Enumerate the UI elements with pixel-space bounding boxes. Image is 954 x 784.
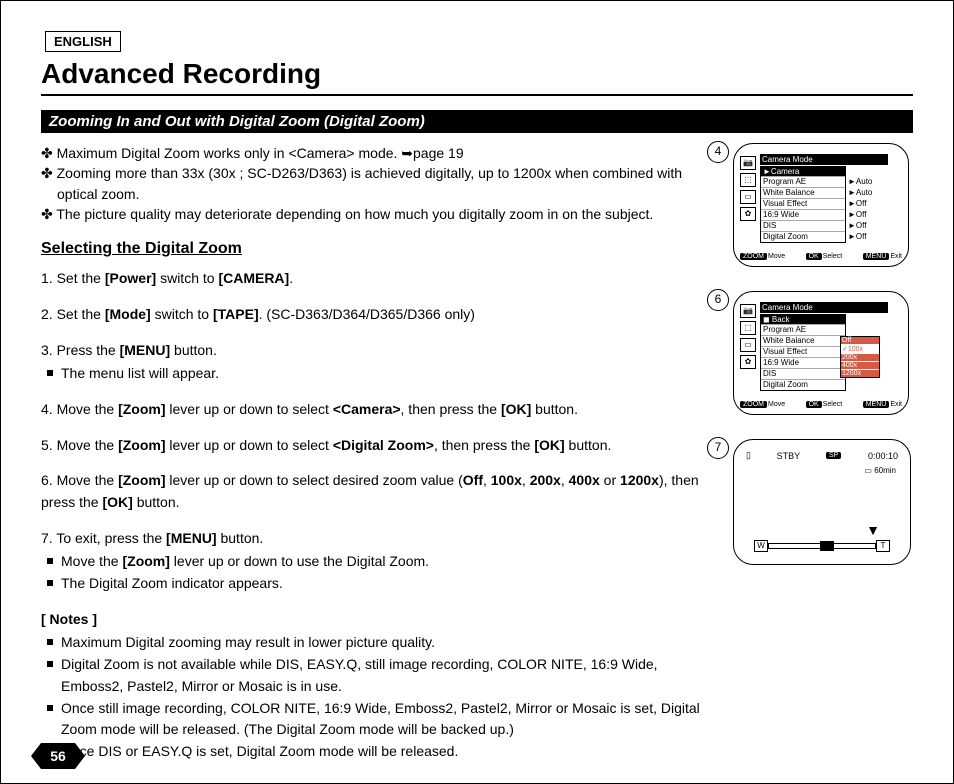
step-6: 6. Move the [Zoom] lever up or down to s… <box>41 470 717 513</box>
menu-row: 16:9 Wide <box>761 357 845 368</box>
manual-page: ENGLISH Advanced Recording Zooming In an… <box>0 0 954 784</box>
figure-6: 6 📷 ⬚ ▭ ✿ Camera Mode ◼ Back Program AE … <box>733 291 913 415</box>
tape-icon: ⬚ <box>740 321 756 335</box>
opt-row: 1200x <box>841 369 879 377</box>
gear-icon: ✿ <box>740 207 756 221</box>
memory-icon: ▭ <box>740 190 756 204</box>
lcd-screen: 📷 ⬚ ▭ ✿ Camera Mode ◼ Back Program AE Wh… <box>733 291 909 415</box>
note-item: Once DIS or EASY.Q is set, Digital Zoom … <box>41 741 717 763</box>
menu-header: ◼ Back <box>761 315 845 324</box>
zoom-pointer-icon: ▼ <box>866 522 880 538</box>
step-3: 3. Press the [MENU] button. The menu lis… <box>41 340 717 385</box>
value-column: ►Auto ►Auto ►Off ►Off ►Off ►Off <box>848 176 890 242</box>
memory-icon: ▭ <box>740 338 756 352</box>
note-item: Once still image recording, COLOR NITE, … <box>41 698 717 741</box>
menu-row: DIS <box>761 368 845 379</box>
menu-row: Program AE <box>761 324 845 335</box>
lcd-screen: ▯ STBY SP 0:00:10 ▭ 60min ▼ W <box>733 439 911 565</box>
zoom-pill: ZOOM <box>740 253 767 260</box>
zoom-pill: ZOOM <box>740 401 767 408</box>
step-2: 2. Set the [Mode] switch to [TAPE]. (SC-… <box>41 304 717 326</box>
zoom-indicator: ▼ W T <box>754 540 890 552</box>
page-title: Advanced Recording <box>41 58 913 96</box>
intro-item: Maximum Digital Zoom works only in <Came… <box>41 143 717 163</box>
page-number-badge: 56 <box>31 743 85 769</box>
svg-text:56: 56 <box>50 748 66 764</box>
menu-row: Digital Zoom <box>761 379 845 390</box>
step-1: 1. Set the [Power] switch to [CAMERA]. <box>41 268 717 290</box>
sp-pill: SP <box>826 452 841 459</box>
step-number-4: 4 <box>707 141 729 163</box>
lcd-screen: 📷 ⬚ ▭ ✿ Camera Mode ►Camera Program AE W… <box>733 143 909 267</box>
camera-icon: 📷 <box>740 156 756 170</box>
step-5: 5. Move the [Zoom] lever up or down to s… <box>41 435 717 457</box>
note-item: Maximum Digital zooming may result in lo… <box>41 632 717 654</box>
lcd-footer: ZOOMMove OKSelect MENUExit <box>740 253 902 260</box>
wide-label: W <box>754 540 768 552</box>
substep: The Digital Zoom indicator appears. <box>41 573 717 595</box>
menu-value: ►Auto <box>848 187 890 198</box>
menu-row: White Balance <box>761 187 845 198</box>
menu-header: ►Camera <box>761 167 845 176</box>
ok-pill: OK <box>806 401 822 408</box>
opt-row: 200x <box>841 353 879 361</box>
menu-row: Program AE <box>761 176 845 187</box>
time-counter: 0:00:10 <box>868 451 898 461</box>
gear-icon: ✿ <box>740 355 756 369</box>
sidebar-icons: 📷 ⬚ ▭ ✿ <box>740 156 756 224</box>
figure-4: 4 📷 ⬚ ▭ ✿ Camera Mode ►Camera Program AE… <box>733 143 913 267</box>
note-item: Digital Zoom is not available while DIS,… <box>41 654 717 697</box>
menu-value: ►Off <box>848 198 890 209</box>
step-7: 7. To exit, press the [MENU] button. Mov… <box>41 528 717 595</box>
opt-row: 400x <box>841 361 879 369</box>
step-number-6: 6 <box>707 289 729 311</box>
option-popup: Off ✓100x 200x 400x 1200x <box>840 336 880 378</box>
body-text: Maximum Digital Zoom works only in <Came… <box>41 143 717 763</box>
opt-row: ✓100x <box>841 344 879 353</box>
figure-7: 7 ▯ STBY SP 0:00:10 ▭ 60min ▼ <box>733 439 913 565</box>
substep: Move the [Zoom] lever up or down to use … <box>41 551 717 573</box>
menu-row: Digital Zoom <box>761 231 845 242</box>
menu-row: Visual Effect <box>761 198 845 209</box>
section-heading: Zooming In and Out with Digital Zoom (Di… <box>41 110 913 133</box>
menu-box: ◼ Back Program AE White Balance Visual E… <box>760 314 846 391</box>
tape-icon: ⬚ <box>740 173 756 187</box>
menu-pill: MENU <box>863 401 890 408</box>
menu-row: 16:9 Wide <box>761 209 845 220</box>
menu-title: Camera Mode <box>760 154 888 165</box>
lcd-figures: 4 📷 ⬚ ▭ ✿ Camera Mode ►Camera Program AE… <box>733 143 913 763</box>
intro-bullets: Maximum Digital Zoom works only in <Came… <box>41 143 717 224</box>
tele-label: T <box>876 540 890 552</box>
battery-icon: ▯ <box>746 450 751 461</box>
menu-value: ►Off <box>848 209 890 220</box>
step-4: 4. Move the [Zoom] lever up or down to s… <box>41 399 717 421</box>
steps-list: 1. Set the [Power] switch to [CAMERA]. 2… <box>41 268 717 762</box>
stby-label: STBY <box>777 451 801 461</box>
menu-box: ►Camera Program AE White Balance Visual … <box>760 166 846 243</box>
opt-head: Off <box>841 337 879 344</box>
intro-item: The picture quality may deteriorate depe… <box>41 204 717 224</box>
tape-icon: ▭ <box>864 466 872 475</box>
menu-value: ►Off <box>848 231 890 242</box>
menu-pill: MENU <box>863 253 890 260</box>
sidebar-icons: 📷 ⬚ ▭ ✿ <box>740 304 756 372</box>
menu-value: ►Off <box>848 220 890 231</box>
ok-pill: OK <box>806 253 822 260</box>
lcd-footer: ZOOMMove OKSelect MENUExit <box>740 401 902 408</box>
step-number-7: 7 <box>707 437 729 459</box>
intro-item: Zooming more than 33x (30x ; SC-D263/D36… <box>41 163 717 204</box>
substep: The menu list will appear. <box>41 363 717 385</box>
menu-row: Visual Effect <box>761 346 845 357</box>
menu-value: ►Auto <box>848 176 890 187</box>
remaining-time: 60min <box>874 466 896 475</box>
subheading: Selecting the Digital Zoom <box>41 240 717 258</box>
notes-heading: [ Notes ] <box>41 609 717 631</box>
menu-row: White Balance <box>761 335 845 346</box>
menu-row: DIS <box>761 220 845 231</box>
camera-icon: 📷 <box>740 304 756 318</box>
menu-title: Camera Mode <box>760 302 888 313</box>
language-tag: ENGLISH <box>45 31 121 52</box>
notes-list: Maximum Digital zooming may result in lo… <box>41 632 717 762</box>
